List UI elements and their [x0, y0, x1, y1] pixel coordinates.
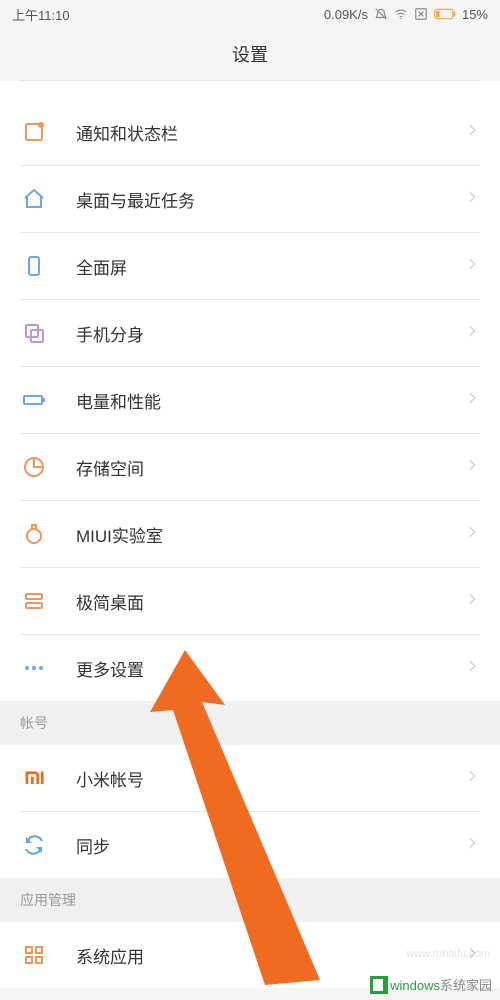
duplicate-icon [20, 319, 48, 347]
notification-icon [20, 118, 48, 146]
row-label: 存储空间 [76, 455, 464, 480]
chevron-right-icon [464, 591, 480, 612]
fullscreen-icon [20, 252, 48, 280]
lite-mode-icon [20, 587, 48, 615]
row-label: 更多设置 [76, 656, 464, 681]
battery-icon [434, 7, 456, 21]
row-storage[interactable]: 存储空间 [0, 434, 500, 500]
row-mi-account[interactable]: 小米帐号 [0, 745, 500, 811]
row-battery-performance[interactable]: 电量和性能 [0, 367, 500, 433]
status-time: 上午11:10 [12, 5, 70, 24]
storage-icon [20, 453, 48, 481]
chevron-right-icon [464, 658, 480, 679]
chevron-right-icon [464, 768, 480, 789]
chevron-right-icon [464, 390, 480, 411]
battery-perf-icon [20, 386, 48, 414]
row-label: 同步 [76, 833, 464, 858]
more-icon [20, 654, 48, 682]
row-notification-statusbar[interactable]: 通知和状态栏 [0, 99, 500, 165]
apps-grid-icon [20, 941, 48, 969]
chevron-right-icon [464, 122, 480, 143]
watermark-text: windows系统家园 [390, 975, 492, 994]
row-lite-mode[interactable]: 极简桌面 [0, 568, 500, 634]
row-sync[interactable]: 同步 [0, 812, 500, 878]
lab-icon [20, 520, 48, 548]
row-label: MIUI实验室 [76, 522, 464, 547]
chevron-right-icon [464, 256, 480, 277]
row-miui-lab[interactable]: MIUI实验室 [0, 501, 500, 567]
section-header-appmgmt: 应用管理 [0, 878, 500, 922]
row-fullscreen[interactable]: 全面屏 [0, 233, 500, 299]
wifi-icon [394, 7, 408, 21]
chevron-right-icon [464, 835, 480, 856]
mi-logo-icon [20, 764, 48, 792]
watermark-logo: windows系统家园 [370, 975, 492, 994]
row-label: 桌面与最近任务 [76, 187, 464, 212]
home-icon [20, 185, 48, 213]
row-label: 小米帐号 [76, 766, 464, 791]
section-header-account: 帐号 [0, 701, 500, 745]
status-battery: 15% [462, 7, 488, 22]
chevron-right-icon [464, 457, 480, 478]
row-more-settings[interactable]: 更多设置 [0, 635, 500, 701]
page-title-bar: 设置 [0, 28, 500, 80]
status-right: 0.09K/s 15% [324, 7, 488, 22]
status-speed: 0.09K/s [324, 7, 368, 22]
close-box-icon [414, 7, 428, 21]
settings-list: 通知和状态栏 桌面与最近任务 全面屏 手机分身 电量和性能 [0, 99, 500, 701]
section-header-label: 应用管理 [20, 890, 76, 910]
mute-icon [374, 7, 388, 21]
row-home-recent[interactable]: 桌面与最近任务 [0, 166, 500, 232]
chevron-right-icon [464, 323, 480, 344]
row-second-space[interactable]: 手机分身 [0, 300, 500, 366]
chevron-right-icon [464, 524, 480, 545]
sync-icon [20, 831, 48, 859]
row-label: 通知和状态栏 [76, 120, 464, 145]
page-title: 设置 [232, 41, 268, 67]
row-label: 手机分身 [76, 321, 464, 346]
account-list: 小米帐号 同步 [0, 745, 500, 878]
row-label: 全面屏 [76, 254, 464, 279]
watermark-box-icon [370, 976, 388, 994]
row-label: 极简桌面 [76, 589, 464, 614]
row-label: 电量和性能 [76, 388, 464, 413]
watermark-url: www.ruhaifu.com [406, 948, 490, 960]
chevron-right-icon [464, 189, 480, 210]
status-bar: 上午11:10 0.09K/s 15% [0, 0, 500, 28]
section-header-label: 帐号 [20, 713, 48, 733]
